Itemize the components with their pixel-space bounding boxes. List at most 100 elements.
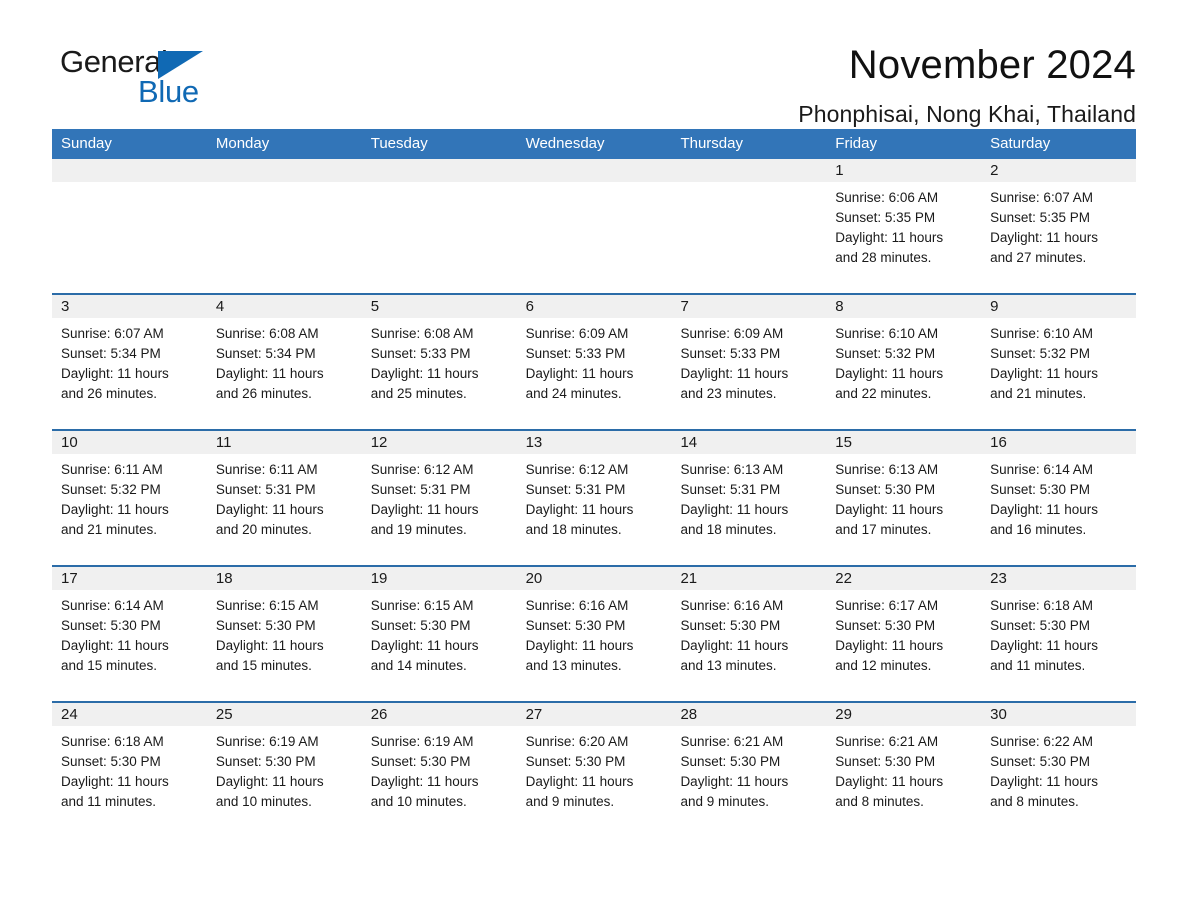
day-cell-13[interactable]: Sunrise: 6:12 AM Sunset: 5:31 PM Daylight:… bbox=[517, 454, 672, 565]
day-number-16[interactable]: 16 bbox=[981, 431, 1136, 454]
daylight-text-line1: Daylight: 11 hours bbox=[61, 366, 169, 381]
day-number-empty bbox=[52, 159, 207, 182]
daylight-text-line2: and 9 minutes. bbox=[680, 794, 769, 809]
day-cell-27[interactable]: Sunrise: 6:20 AM Sunset: 5:30 PM Daylight:… bbox=[517, 726, 672, 837]
day-number-22[interactable]: 22 bbox=[826, 567, 981, 590]
day-number-27[interactable]: 27 bbox=[517, 703, 672, 726]
day-cell-12[interactable]: Sunrise: 6:12 AM Sunset: 5:31 PM Daylight:… bbox=[362, 454, 517, 565]
day-number-6[interactable]: 6 bbox=[517, 295, 672, 318]
day-number-19[interactable]: 19 bbox=[362, 567, 517, 590]
day-cell-30[interactable]: Sunrise: 6:22 AM Sunset: 5:30 PM Daylight:… bbox=[981, 726, 1136, 837]
day-number-7[interactable]: 7 bbox=[671, 295, 826, 318]
day-cell-2[interactable]: Sunrise: 6:07 AM Sunset: 5:35 PM Daylight:… bbox=[981, 182, 1136, 293]
day-cell-8[interactable]: Sunrise: 6:10 AM Sunset: 5:32 PM Daylight:… bbox=[826, 318, 981, 429]
day-cell-20[interactable]: Sunrise: 6:16 AM Sunset: 5:30 PM Daylight:… bbox=[517, 590, 672, 701]
daylight-text-line1: Daylight: 11 hours bbox=[525, 502, 634, 517]
daylight-text-line2: and 11 minutes. bbox=[990, 658, 1086, 673]
day-cell-19[interactable]: Sunrise: 6:15 AM Sunset: 5:30 PM Daylight:… bbox=[362, 590, 517, 701]
day-cell-26[interactable]: Sunrise: 6:19 AM Sunset: 5:30 PM Daylight:… bbox=[362, 726, 517, 837]
day-number-28[interactable]: 28 bbox=[671, 703, 826, 726]
day-cell-10[interactable]: Sunrise: 6:11 AM Sunset: 5:32 PM Daylight:… bbox=[52, 454, 207, 565]
day-cell-7[interactable]: Sunrise: 6:09 AM Sunset: 5:33 PM Daylight:… bbox=[671, 318, 826, 429]
sunset-text: Sunset: 5:30 PM bbox=[990, 618, 1090, 633]
day-cell-22[interactable]: Sunrise: 6:17 AM Sunset: 5:30 PM Daylight:… bbox=[826, 590, 981, 701]
sunset-text: Sunset: 5:30 PM bbox=[215, 754, 316, 769]
day-cell-25[interactable]: Sunrise: 6:19 AM Sunset: 5:30 PM Daylight:… bbox=[207, 726, 362, 837]
day-cell-23[interactable]: Sunrise: 6:18 AM Sunset: 5:30 PM Daylight:… bbox=[981, 590, 1136, 701]
day-cell-4[interactable]: Sunrise: 6:08 AM Sunset: 5:34 PM Daylight:… bbox=[207, 318, 362, 429]
daylight-text-line1: Daylight: 11 hours bbox=[835, 774, 944, 789]
day-number-2[interactable]: 2 bbox=[981, 159, 1136, 182]
day-number-9[interactable]: 9 bbox=[981, 295, 1136, 318]
daylight-text-line1: Daylight: 11 hours bbox=[525, 366, 634, 381]
day-cell-11[interactable]: Sunrise: 6:11 AM Sunset: 5:31 PM Daylight:… bbox=[207, 454, 362, 565]
day-cell-17[interactable]: Sunrise: 6:14 AM Sunset: 5:30 PM Daylight:… bbox=[52, 590, 207, 701]
daylight-text-line1: Daylight: 11 hours bbox=[990, 638, 1098, 653]
sunset-text: Sunset: 5:32 PM bbox=[61, 482, 161, 497]
day-number-20[interactable]: 20 bbox=[517, 567, 672, 590]
sunrise-text: Sunrise: 6:08 AM bbox=[370, 326, 474, 341]
day-cell-21[interactable]: Sunrise: 6:16 AM Sunset: 5:30 PM Daylight:… bbox=[671, 590, 826, 701]
day-cell-29[interactable]: Sunrise: 6:21 AM Sunset: 5:30 PM Daylight:… bbox=[826, 726, 981, 837]
daylight-text-line2: and 28 minutes. bbox=[835, 250, 932, 265]
sunrise-text: Sunrise: 6:07 AM bbox=[61, 326, 164, 341]
daylight-text-line1: Daylight: 11 hours bbox=[215, 638, 324, 653]
day-number-25[interactable]: 25 bbox=[207, 703, 362, 726]
daylight-text-line2: and 17 minutes. bbox=[835, 522, 932, 537]
daylight-text-line1: Daylight: 11 hours bbox=[61, 502, 169, 517]
daylight-text-line1: Daylight: 11 hours bbox=[990, 502, 1098, 517]
day-number-29[interactable]: 29 bbox=[826, 703, 981, 726]
day-number-15[interactable]: 15 bbox=[826, 431, 981, 454]
day-number-26[interactable]: 26 bbox=[362, 703, 517, 726]
day-number-18[interactable]: 18 bbox=[207, 567, 362, 590]
day-number-8[interactable]: 8 bbox=[826, 295, 981, 318]
day-number-30[interactable]: 30 bbox=[981, 703, 1136, 726]
sunrise-text: Sunrise: 6:09 AM bbox=[680, 326, 784, 341]
day-number-3[interactable]: 3 bbox=[52, 295, 207, 318]
sunset-text: Sunset: 5:30 PM bbox=[835, 482, 936, 497]
day-cell-16[interactable]: Sunrise: 6:14 AM Sunset: 5:30 PM Daylight:… bbox=[981, 454, 1136, 565]
day-number-21[interactable]: 21 bbox=[671, 567, 826, 590]
sunrise-text: Sunrise: 6:15 AM bbox=[215, 598, 319, 613]
daylight-text-line2: and 18 minutes. bbox=[525, 522, 622, 537]
day-cell-3[interactable]: Sunrise: 6:07 AM Sunset: 5:34 PM Daylight:… bbox=[52, 318, 207, 429]
day-number-24[interactable]: 24 bbox=[52, 703, 207, 726]
daylight-text-line2: and 15 minutes. bbox=[61, 658, 158, 673]
sunrise-text: Sunrise: 6:16 AM bbox=[525, 598, 629, 613]
day-number-11[interactable]: 11 bbox=[207, 431, 362, 454]
sunset-text: Sunset: 5:30 PM bbox=[990, 754, 1090, 769]
daylight-text-line1: Daylight: 11 hours bbox=[680, 366, 789, 381]
day-number-13[interactable]: 13 bbox=[517, 431, 672, 454]
daylight-text-line2: and 15 minutes. bbox=[215, 658, 312, 673]
day-number-14[interactable]: 14 bbox=[671, 431, 826, 454]
day-number-5[interactable]: 5 bbox=[362, 295, 517, 318]
day-number-empty bbox=[207, 159, 362, 182]
day-cell-24[interactable]: Sunrise: 6:18 AM Sunset: 5:30 PM Daylight:… bbox=[52, 726, 207, 837]
daylight-text-line2: and 21 minutes. bbox=[61, 522, 158, 537]
sunrise-text: Sunrise: 6:22 AM bbox=[990, 734, 1093, 749]
day-cell-15[interactable]: Sunrise: 6:13 AM Sunset: 5:30 PM Daylight:… bbox=[826, 454, 981, 565]
day-number-12[interactable]: 12 bbox=[362, 431, 517, 454]
daylight-text-line2: and 24 minutes. bbox=[525, 386, 622, 401]
logo-top-row: General bbox=[60, 46, 360, 80]
day-cell-28[interactable]: Sunrise: 6:21 AM Sunset: 5:30 PM Daylight:… bbox=[671, 726, 826, 837]
day-number-10[interactable]: 10 bbox=[52, 431, 207, 454]
day-cell-14[interactable]: Sunrise: 6:13 AM Sunset: 5:31 PM Daylight:… bbox=[671, 454, 826, 565]
sunset-text: Sunset: 5:30 PM bbox=[370, 754, 471, 769]
day-cell-6[interactable]: Sunrise: 6:09 AM Sunset: 5:33 PM Daylight:… bbox=[517, 318, 672, 429]
day-number-4[interactable]: 4 bbox=[207, 295, 362, 318]
day-cell-5[interactable]: Sunrise: 6:08 AM Sunset: 5:33 PM Daylight:… bbox=[362, 318, 517, 429]
general-blue-logo[interactable]: General Blue bbox=[60, 46, 360, 114]
daylight-text-line2: and 13 minutes. bbox=[525, 658, 622, 673]
day-number-17[interactable]: 17 bbox=[52, 567, 207, 590]
daylight-text-line1: Daylight: 11 hours bbox=[370, 502, 479, 517]
day-cell-1[interactable]: Sunrise: 6:06 AM Sunset: 5:35 PM Daylight:… bbox=[826, 182, 981, 293]
day-cell-18[interactable]: Sunrise: 6:15 AM Sunset: 5:30 PM Daylight:… bbox=[207, 590, 362, 701]
weekday-header-wednesday: Wednesday bbox=[525, 135, 605, 152]
day-cell-9[interactable]: Sunrise: 6:10 AM Sunset: 5:32 PM Daylight:… bbox=[981, 318, 1136, 429]
daylight-text-line2: and 8 minutes. bbox=[990, 794, 1079, 809]
week-daynumber-band: 10 11 12 13 14 15 16 bbox=[52, 431, 1136, 454]
day-number-23[interactable]: 23 bbox=[981, 567, 1136, 590]
daylight-text-line1: Daylight: 11 hours bbox=[680, 502, 789, 517]
day-number-1[interactable]: 1 bbox=[826, 159, 981, 182]
